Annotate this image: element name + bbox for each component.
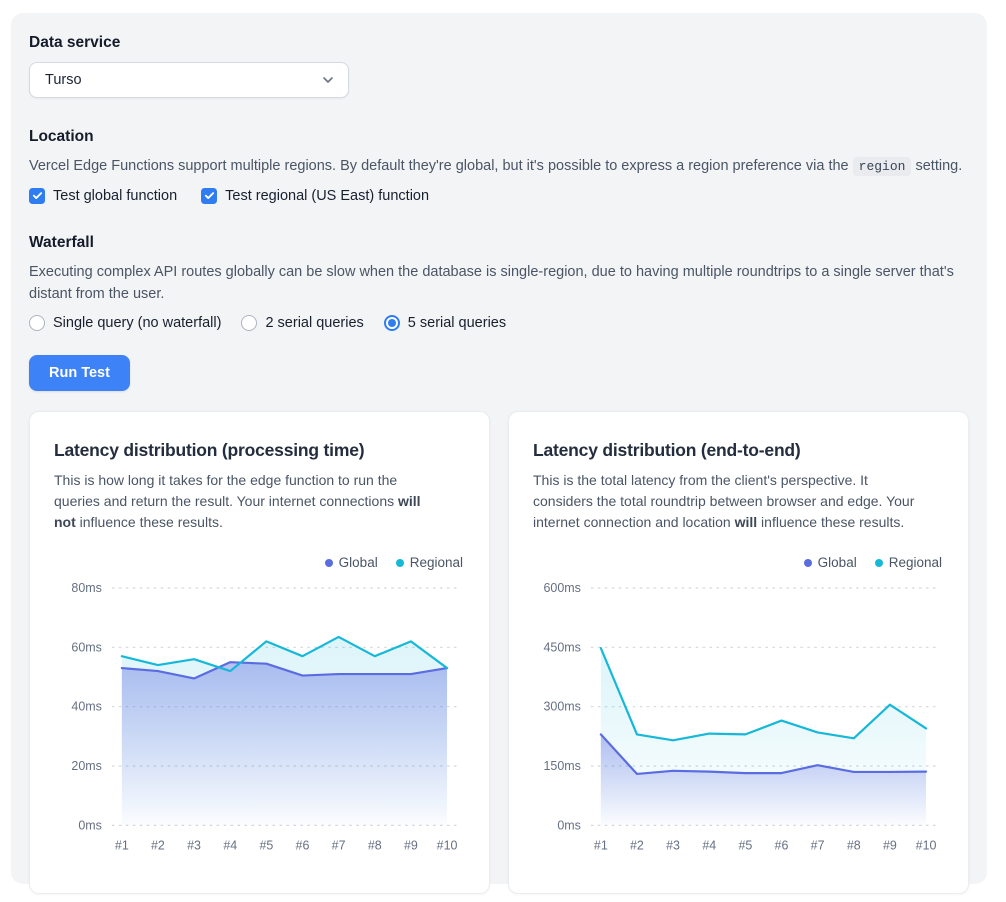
- chart-legend: Global Regional: [54, 555, 463, 570]
- svg-text:#6: #6: [296, 839, 310, 853]
- waterfall-heading: Waterfall: [29, 234, 969, 252]
- checkbox-checked-icon[interactable]: [201, 188, 217, 204]
- radio-label: Single query (no waterfall): [53, 315, 221, 331]
- svg-text:40ms: 40ms: [71, 700, 101, 714]
- radio-label: 5 serial queries: [408, 315, 506, 331]
- card-description-bold: will: [735, 514, 758, 530]
- global-legend-dot-icon: [804, 559, 812, 567]
- processing-time-card: Latency distribution (processing time) T…: [29, 411, 490, 894]
- checkbox-checked-icon[interactable]: [29, 188, 45, 204]
- radio-unselected-icon[interactable]: [241, 315, 257, 331]
- svg-text:#2: #2: [151, 839, 165, 853]
- waterfall-radio-row: Single query (no waterfall) 2 serial que…: [29, 315, 969, 331]
- svg-text:0ms: 0ms: [557, 819, 581, 833]
- location-checkbox-row: Test global function Test regional (US E…: [29, 188, 969, 204]
- svg-text:300ms: 300ms: [543, 700, 580, 714]
- radio-5-serial-queries[interactable]: 5 serial queries: [384, 315, 506, 331]
- radio-unselected-icon[interactable]: [29, 315, 45, 331]
- legend-item-regional[interactable]: Regional: [875, 555, 942, 570]
- svg-text:#6: #6: [775, 839, 789, 853]
- svg-text:#5: #5: [738, 839, 752, 853]
- svg-text:#5: #5: [259, 839, 273, 853]
- radio-label: 2 serial queries: [265, 315, 363, 331]
- chart-legend: Global Regional: [533, 555, 942, 570]
- svg-text:80ms: 80ms: [71, 581, 101, 595]
- location-description: Vercel Edge Functions support multiple r…: [29, 156, 969, 178]
- svg-text:0ms: 0ms: [78, 819, 102, 833]
- end-to-end-card: Latency distribution (end-to-end) This i…: [508, 411, 969, 894]
- radio-selected-icon[interactable]: [384, 315, 400, 331]
- svg-text:150ms: 150ms: [543, 759, 580, 773]
- svg-text:20ms: 20ms: [71, 759, 101, 773]
- chart-cards: Latency distribution (processing time) T…: [29, 411, 969, 894]
- legend-item-regional[interactable]: Regional: [396, 555, 463, 570]
- svg-text:#9: #9: [883, 839, 897, 853]
- latency-end-to-end-chart: 0ms 150ms 300ms 450ms 600ms #1 #2 #3 #4 #5 #6 #7 #8 #…: [533, 574, 944, 873]
- svg-text:60ms: 60ms: [71, 641, 101, 655]
- card-description-tail: influence these results.: [757, 514, 904, 530]
- card-description-text: This is how long it takes for the edge f…: [54, 472, 398, 509]
- card-description: This is the total latency from the clien…: [533, 470, 925, 533]
- svg-text:#8: #8: [847, 839, 861, 853]
- regional-legend-dot-icon: [396, 559, 404, 567]
- legend-item-global[interactable]: Global: [325, 555, 378, 570]
- waterfall-description: Executing complex API routes globally ca…: [29, 262, 969, 306]
- checkbox-global-function[interactable]: Test global function: [29, 188, 177, 204]
- svg-text:#4: #4: [702, 839, 716, 853]
- svg-text:600ms: 600ms: [543, 581, 580, 595]
- main-panel: Data service Turso Location Vercel Edge …: [11, 13, 987, 884]
- chevron-down-icon: [320, 72, 336, 88]
- location-description-text: Vercel Edge Functions support multiple r…: [29, 158, 853, 174]
- svg-text:#1: #1: [594, 839, 608, 853]
- svg-text:#4: #4: [223, 839, 237, 853]
- svg-text:#10: #10: [437, 839, 458, 853]
- svg-text:#1: #1: [115, 839, 129, 853]
- legend-label: Regional: [410, 555, 463, 570]
- global-legend-dot-icon: [325, 559, 333, 567]
- location-heading: Location: [29, 128, 969, 146]
- card-title: Latency distribution (end-to-end): [533, 440, 944, 461]
- svg-text:#10: #10: [916, 839, 937, 853]
- checkbox-regional-function[interactable]: Test regional (US East) function: [201, 188, 429, 204]
- card-title: Latency distribution (processing time): [54, 440, 465, 461]
- checkbox-label: Test global function: [53, 188, 177, 204]
- data-service-selected-value: Turso: [45, 72, 82, 88]
- svg-text:#3: #3: [666, 839, 680, 853]
- legend-label: Global: [339, 555, 378, 570]
- region-code-chip: region: [853, 157, 912, 176]
- regional-legend-dot-icon: [875, 559, 883, 567]
- legend-item-global[interactable]: Global: [804, 555, 857, 570]
- svg-text:#2: #2: [630, 839, 644, 853]
- card-description-tail: influence these results.: [76, 514, 223, 530]
- svg-text:#3: #3: [187, 839, 201, 853]
- location-description-tail: setting.: [911, 158, 962, 174]
- radio-2-serial-queries[interactable]: 2 serial queries: [241, 315, 363, 331]
- svg-text:#9: #9: [404, 839, 418, 853]
- svg-text:#8: #8: [368, 839, 382, 853]
- legend-label: Global: [818, 555, 857, 570]
- radio-single-query[interactable]: Single query (no waterfall): [29, 315, 221, 331]
- svg-text:#7: #7: [332, 839, 346, 853]
- data-service-select[interactable]: Turso: [29, 62, 349, 98]
- svg-text:#7: #7: [811, 839, 825, 853]
- legend-label: Regional: [889, 555, 942, 570]
- card-description: This is how long it takes for the edge f…: [54, 470, 446, 533]
- latency-processing-chart: 0ms 20ms 40ms 60ms 80ms #1 #2 #3 #4 #5 #6 #7 #8 #9 #10: [54, 574, 465, 873]
- data-service-heading: Data service: [29, 34, 969, 52]
- checkbox-label: Test regional (US East) function: [225, 188, 429, 204]
- svg-text:450ms: 450ms: [543, 641, 580, 655]
- run-test-button[interactable]: Run Test: [29, 355, 130, 391]
